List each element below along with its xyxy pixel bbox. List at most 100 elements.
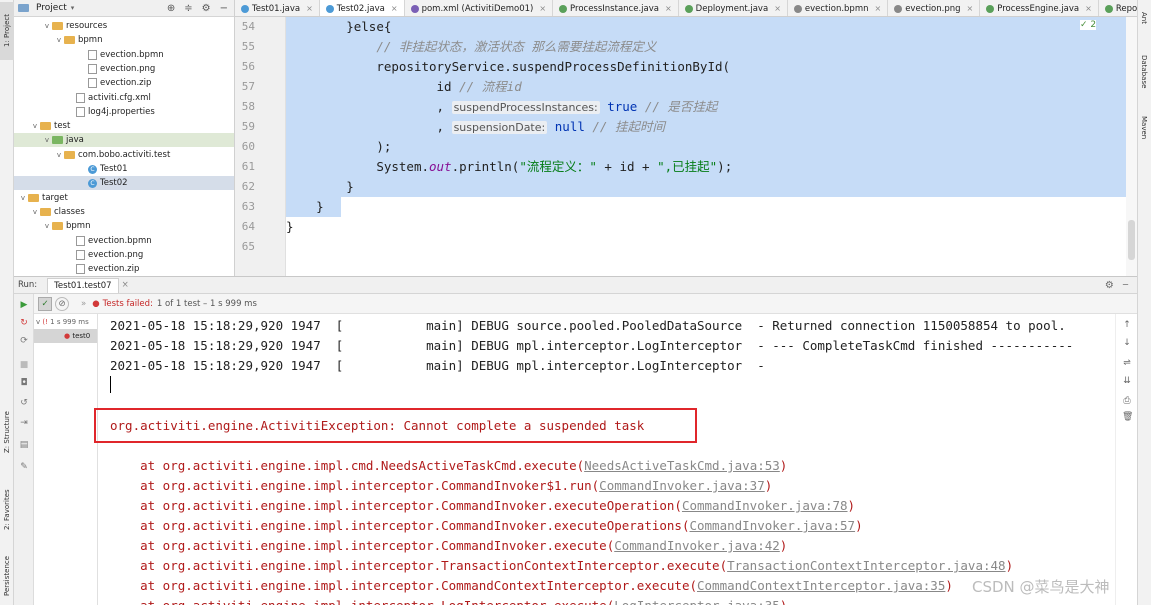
inspection-badge[interactable]: ✓ 2 xyxy=(1080,20,1097,30)
editor-scroll-thumb[interactable] xyxy=(1128,220,1135,260)
exit-icon[interactable]: ⇥ xyxy=(19,418,29,428)
source-link[interactable]: CommandInvoker.java:37 xyxy=(599,478,765,493)
structure-tool-tab[interactable]: Z: Structure xyxy=(0,400,14,464)
expand-icon[interactable]: » xyxy=(81,299,86,309)
editor-tab[interactable]: pom.xml (ActivitiDemo01) × xyxy=(405,0,554,16)
soft-wrap-icon[interactable]: ⇌ xyxy=(1122,358,1132,370)
tree-item[interactable]: evection.bpmn xyxy=(14,48,234,62)
play-icon[interactable]: ▶ xyxy=(19,300,29,310)
close-icon[interactable]: × xyxy=(122,280,129,290)
arrow-down-icon[interactable]: ↓ xyxy=(1122,338,1132,350)
console-output[interactable]: 2021-05-18 15:18:29,920 1947 [ main] DEB… xyxy=(98,314,1115,605)
editor-tab[interactable]: ProcessEngine.java × xyxy=(980,0,1099,16)
source-link[interactable]: CommandContextInterceptor.java:35 xyxy=(697,578,945,593)
file-type-icon xyxy=(986,4,995,13)
tree-item[interactable]: evection.png xyxy=(14,248,234,262)
trash-icon[interactable]: 🗑 xyxy=(1122,412,1133,424)
editor-gutter: 54 55 56 57 58 59 60 61 62 63 64 65 xyxy=(235,17,303,276)
pin-icon[interactable]: ✎ xyxy=(19,462,29,472)
close-icon[interactable]: × xyxy=(539,4,546,13)
gear-icon[interactable]: ⚙ xyxy=(1105,280,1114,291)
close-icon[interactable]: × xyxy=(967,4,974,13)
arrow-up-icon[interactable]: ↑ xyxy=(1122,320,1132,332)
tree-item[interactable]: log4j.properties xyxy=(14,105,234,119)
chevron-down-icon[interactable]: ▾ xyxy=(71,4,75,12)
print-icon[interactable]: ⎙ xyxy=(1122,396,1132,408)
gear-icon[interactable]: ⚙ xyxy=(202,3,211,14)
tree-item[interactable]: v com.bobo.activiti.test xyxy=(14,148,234,162)
editor-tab[interactable]: Reposi xyxy=(1099,0,1137,16)
stop-icon[interactable]: ■ xyxy=(19,360,29,370)
tree-item-label: resources xyxy=(66,21,108,31)
tree-item[interactable]: v resources xyxy=(14,19,234,33)
chevron-down-icon[interactable]: v xyxy=(30,122,40,130)
editor-tab[interactable]: Deployment.java × xyxy=(679,0,788,16)
maven-tool-tab[interactable]: Maven xyxy=(1137,108,1151,148)
chevron-down-icon[interactable]: v xyxy=(54,151,64,159)
tree-item[interactable]: evection.zip xyxy=(14,76,234,90)
tree-item[interactable]: evection.png xyxy=(14,62,234,76)
line-number: 61 xyxy=(241,160,255,173)
editor-tab[interactable]: ProcessInstance.java × xyxy=(553,0,679,16)
editor-tab[interactable]: Test01.java × xyxy=(235,0,320,16)
project-title[interactable]: Project xyxy=(36,3,67,13)
scroll-end-icon[interactable]: ⇊ xyxy=(1122,376,1132,388)
close-icon[interactable]: × xyxy=(391,4,398,13)
tree-item[interactable]: v test xyxy=(14,119,234,133)
chevron-down-icon[interactable]: v xyxy=(18,194,28,202)
tree-item[interactable]: v bpmn xyxy=(14,219,234,233)
error-icon: ● xyxy=(92,298,100,309)
tree-item[interactable]: C Test02 xyxy=(14,176,234,191)
locate-icon[interactable]: ⊕ xyxy=(167,3,175,14)
close-icon[interactable]: × xyxy=(306,4,313,13)
file-icon xyxy=(76,264,85,275)
show-passed-toggle[interactable]: ✓ xyxy=(38,296,52,311)
close-icon[interactable]: × xyxy=(665,4,672,13)
close-icon[interactable]: × xyxy=(774,4,781,13)
tree-item[interactable]: evection.bpmn xyxy=(14,234,234,248)
source-link[interactable]: NeedsActiveTaskCmd.java:53 xyxy=(584,458,780,473)
tree-item[interactable]: activiti.cfg.xml xyxy=(14,91,234,105)
chevron-down-icon[interactable]: v xyxy=(42,136,52,144)
close-icon[interactable]: × xyxy=(1085,4,1092,13)
tree-item[interactable]: v java xyxy=(14,133,234,148)
source-link[interactable]: LogInterceptor.java:35 xyxy=(614,598,780,605)
tree-item[interactable]: v bpmn xyxy=(14,33,234,47)
tree-item[interactable]: v target xyxy=(14,191,234,205)
editor-tab[interactable]: evection.bpmn × xyxy=(788,0,889,16)
tree-item-label: Test01 xyxy=(100,164,128,174)
favorites-tool-tab[interactable]: 2: Favorites xyxy=(0,480,14,540)
tree-item[interactable]: v classes xyxy=(14,205,234,219)
close-icon[interactable]: × xyxy=(875,4,882,13)
source-link[interactable]: TransactionContextInterceptor.java:48 xyxy=(727,558,1005,573)
hide-icon[interactable]: − xyxy=(1122,280,1129,290)
run-tab[interactable]: Test01.test07 xyxy=(47,277,119,293)
editor-tab[interactable]: evection.png × xyxy=(888,0,981,16)
project-tool-tab[interactable]: 1: Project xyxy=(0,2,14,60)
editor-tab[interactable]: Test02.java × xyxy=(319,0,405,16)
rerun-failed-icon[interactable]: ↻ xyxy=(19,318,29,328)
chevron-down-icon[interactable]: v xyxy=(30,208,40,216)
source-link[interactable]: CommandInvoker.java:42 xyxy=(614,538,780,553)
chevron-down-icon[interactable]: v xyxy=(54,36,64,44)
hide-icon[interactable]: − xyxy=(220,3,228,14)
tree-item[interactable]: C Test01 xyxy=(14,162,234,176)
chevron-down-icon[interactable]: v xyxy=(42,222,52,230)
code-editor[interactable]: }else{ // 非挂起状态，激活状态 那么需要挂起流程定义 reposito… xyxy=(286,17,1137,276)
source-link[interactable]: CommandInvoker.java:78 xyxy=(682,498,848,513)
chevron-down-icon[interactable]: v xyxy=(42,22,52,30)
collapse-icon[interactable]: ≑ xyxy=(184,3,192,14)
test-root-row[interactable]: v (! 1 s 999 ms xyxy=(36,318,89,326)
test-child-row[interactable]: ● test0 xyxy=(34,329,97,343)
persistence-tool-tab[interactable]: Persistence xyxy=(0,548,14,604)
restore-icon[interactable]: ↺ xyxy=(19,398,29,408)
line-number: 57 xyxy=(241,80,255,93)
database-tool-tab[interactable]: Database xyxy=(1137,48,1151,96)
layout-icon[interactable]: ▤ xyxy=(19,440,29,450)
show-ignored-toggle[interactable]: ⊘ xyxy=(55,296,69,311)
toggle-auto-test-icon[interactable]: ⟳ xyxy=(19,336,29,346)
source-link[interactable]: CommandInvoker.java:57 xyxy=(689,518,855,533)
tree-item[interactable]: evection.zip xyxy=(14,262,234,276)
ant-tool-tab[interactable]: Ant xyxy=(1137,4,1151,32)
camera-icon[interactable]: ◘ xyxy=(19,378,29,388)
